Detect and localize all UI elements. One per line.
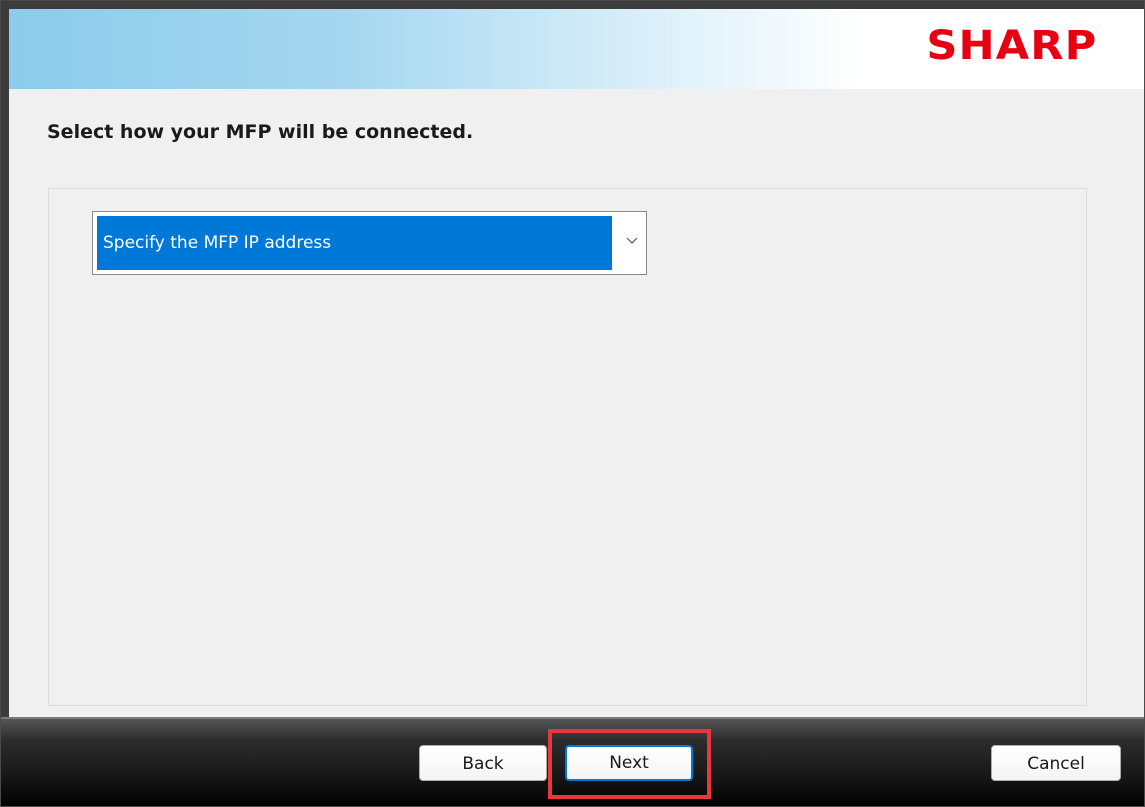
window-left-border [1,1,9,806]
back-button[interactable]: Back [419,745,547,781]
cancel-button[interactable]: Cancel [991,745,1121,781]
page-heading: Select how your MFP will be connected. [47,121,474,143]
next-button-highlight [548,729,711,799]
installer-window: SHARP Select how your MFP will be connec… [0,0,1145,807]
window-top-border [1,1,1144,9]
footer-divider [1,717,1144,719]
header-banner: SHARP [9,9,1144,89]
sharp-logo: SHARP [925,23,1097,69]
dropdown-selected-value: Specify the MFP IP address [97,216,612,270]
chevron-down-icon[interactable] [624,232,640,248]
connection-method-dropdown[interactable]: Specify the MFP IP address [92,211,647,275]
